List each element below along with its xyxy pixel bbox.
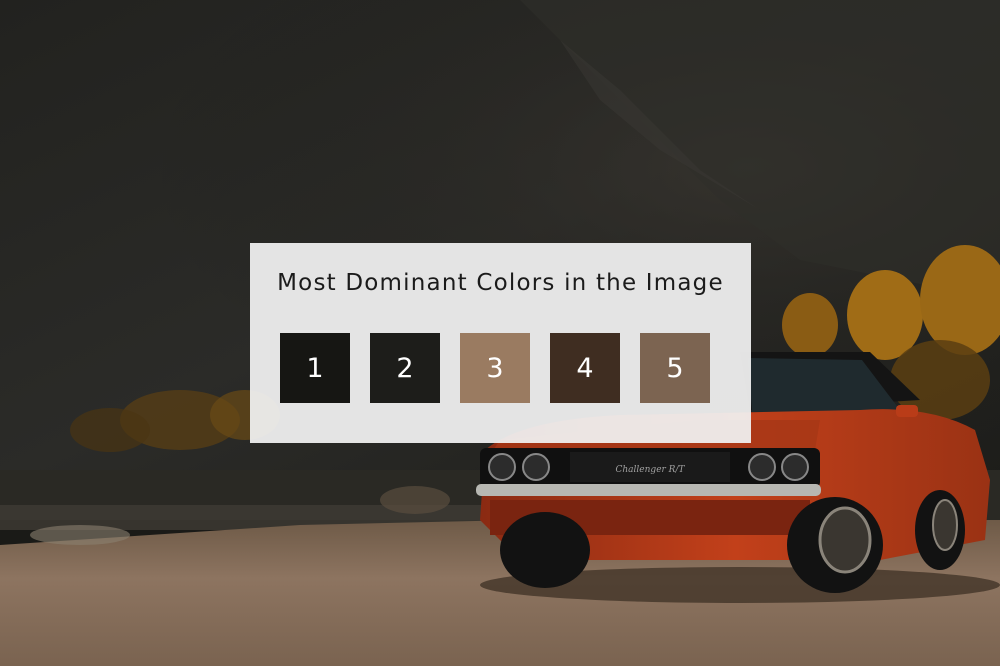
swatch-label: 5 <box>666 352 684 384</box>
dominant-colors-panel: Most Dominant Colors in the Image 1 2 3 … <box>250 243 751 443</box>
photo-scene: Challenger R/T Most Dominant Colors in t… <box>0 0 1000 666</box>
color-swatch-1: 1 <box>280 333 350 403</box>
swatch-label: 4 <box>576 352 594 384</box>
panel-title: Most Dominant Colors in the Image <box>277 270 724 296</box>
color-swatch-5: 5 <box>640 333 710 403</box>
color-swatch-3: 3 <box>460 333 530 403</box>
swatch-label: 3 <box>486 352 504 384</box>
color-swatch-2: 2 <box>370 333 440 403</box>
swatch-label: 1 <box>306 352 324 384</box>
color-swatches: 1 2 3 4 5 <box>280 333 710 403</box>
color-swatch-4: 4 <box>550 333 620 403</box>
swatch-label: 2 <box>396 352 414 384</box>
svg-text:Challenger R/T: Challenger R/T <box>616 465 686 475</box>
